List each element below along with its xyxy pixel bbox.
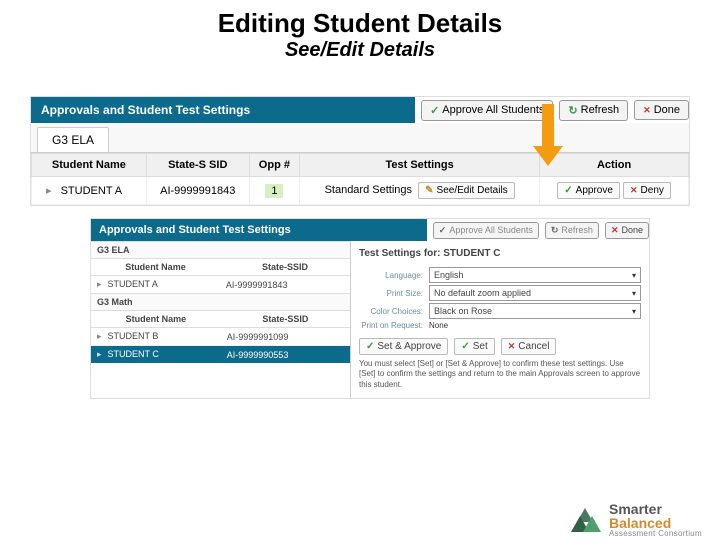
color-choices-label: Color Choices: (359, 307, 429, 316)
done-button[interactable]: Done (634, 100, 689, 120)
settings-help-text: You must select [Set] or [Set & Approve]… (359, 359, 641, 390)
table-row: ▸ STUDENT A AI-9999991843 1 Standard Set… (32, 177, 689, 205)
col-student-name: Student Name (91, 259, 220, 276)
approve-button[interactable]: Approve (557, 182, 620, 199)
print-size-label: Print Size: (359, 289, 429, 298)
approve-all-label: Approve All Students (442, 104, 544, 116)
approve-all-button[interactable]: Approve All Students (421, 100, 553, 121)
student-list-pane: G3 ELA Student Name State-SSID ▸ STUDENT … (91, 241, 351, 398)
set-approve-button[interactable]: Set & Approve (359, 338, 448, 355)
cross-icon (508, 341, 516, 352)
list-item[interactable]: ▸ STUDENT A AI-9999991843 (91, 276, 350, 294)
check-icon (439, 225, 447, 236)
approve-all-label: Approve All Students (449, 225, 533, 235)
slide-subtitle: See/Edit Details (0, 39, 720, 62)
language-label: Language: (359, 271, 429, 280)
see-edit-details-button[interactable]: See/Edit Details (418, 182, 515, 199)
set-button[interactable]: Set (454, 338, 494, 355)
opp-number: 1 (265, 184, 283, 198)
print-request-value: None (429, 321, 448, 330)
col-student-name: Student Name (32, 154, 147, 177)
color-choices-select[interactable]: Black on Rose (429, 303, 641, 319)
col-ssid: State-SSID (221, 311, 350, 328)
check-icon (461, 341, 469, 352)
cancel-button[interactable]: Cancel (501, 338, 557, 355)
panel-title: Approvals and Student Test Settings (31, 97, 415, 123)
col-ssid: State-S SID (146, 154, 249, 177)
student-ssid: AI-9999990553 (221, 346, 350, 364)
refresh-button[interactable]: Refresh (559, 100, 628, 121)
expand-icon: ▸ (97, 349, 102, 359)
color-choices-value: Black on Rose (434, 306, 492, 316)
student-ssid: AI-9999991843 (220, 276, 350, 294)
expand-icon: ▸ (97, 331, 102, 341)
chevron-down-icon (632, 306, 636, 316)
approvals-panel-settings: Approvals and Student Test Settings Appr… (90, 218, 650, 399)
tab-row: G3 ELA (31, 123, 689, 153)
student-ssid: AI-9999991843 (146, 177, 249, 205)
smarter-balanced-logo: Smarter Balanced Assessment Consortium (571, 502, 702, 538)
settings-title: Test Settings for: STUDENT C (359, 245, 641, 265)
expand-icon: ▸ (97, 279, 102, 289)
cancel-label: Cancel (518, 341, 549, 352)
set-approve-label: Set & Approve (377, 341, 441, 352)
refresh-button: Refresh (545, 222, 599, 239)
approvals-panel-top: Approvals and Student Test Settings Appr… (30, 96, 690, 206)
done-label: Done (621, 225, 643, 235)
col-action: Action (540, 154, 689, 177)
student-name: STUDENT C (108, 349, 159, 359)
refresh-icon (568, 104, 577, 117)
refresh-icon (551, 225, 559, 236)
col-student-name: Student Name (91, 311, 221, 328)
students-table: Student Name State-S SID Opp # Test Sett… (31, 153, 689, 205)
close-icon (643, 104, 651, 116)
settings-text: Standard Settings (325, 184, 412, 196)
check-icon (430, 104, 439, 117)
chevron-down-icon (632, 270, 636, 280)
list-item[interactable]: ▸ STUDENT B AI-9999991099 (91, 328, 350, 346)
language-value: English (434, 270, 464, 280)
student-name: STUDENT B (108, 331, 159, 341)
approve-all-button: Approve All Students (433, 222, 539, 239)
set-label: Set (473, 341, 488, 352)
student-name: STUDENT A (61, 185, 123, 197)
print-request-label: Print on Request: (359, 321, 429, 330)
done-button[interactable]: Done (605, 222, 649, 239)
student-name: STUDENT A (108, 279, 158, 289)
pencil-icon (425, 185, 433, 196)
section-g3-math: G3 Math (91, 293, 350, 311)
col-ssid: State-SSID (220, 259, 350, 276)
test-settings-pane: Test Settings for: STUDENT C Language: E… (351, 241, 649, 398)
logo-mark-icon (571, 506, 603, 534)
col-test-settings: Test Settings (300, 154, 540, 177)
list-item-selected[interactable]: ▸ STUDENT C AI-9999990553 (91, 346, 350, 364)
print-size-value: No default zoom applied (434, 288, 531, 298)
panel-title: Approvals and Student Test Settings (91, 219, 427, 241)
logo-subtext: Assessment Consortium (609, 530, 702, 538)
section-g3-ela: G3 ELA (91, 241, 350, 259)
slide-title: Editing Student Details (0, 8, 720, 39)
print-size-select[interactable]: No default zoom applied (429, 285, 641, 301)
col-opp: Opp # (249, 154, 299, 177)
tab-g3-ela[interactable]: G3 ELA (37, 127, 109, 152)
see-edit-label: See/Edit Details (437, 185, 508, 196)
student-ssid: AI-9999991099 (221, 328, 350, 346)
language-select[interactable]: English (429, 267, 641, 283)
approve-label: Approve (576, 185, 613, 196)
chevron-down-icon (632, 288, 636, 298)
done-label: Done (654, 104, 680, 116)
cross-icon (630, 185, 638, 196)
refresh-label: Refresh (561, 225, 593, 235)
deny-button[interactable]: Deny (623, 182, 671, 199)
deny-label: Deny (641, 185, 664, 196)
check-icon (366, 341, 374, 352)
close-icon (611, 225, 619, 236)
expand-icon[interactable]: ▸ (46, 185, 52, 197)
check-icon (564, 185, 572, 196)
refresh-label: Refresh (581, 104, 620, 116)
